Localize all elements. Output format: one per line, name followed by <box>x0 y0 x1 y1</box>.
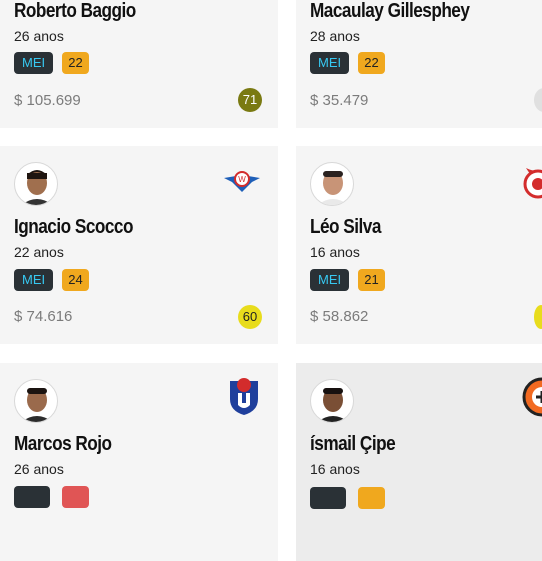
player-age: 16 anos <box>310 461 360 477</box>
player-name: Roberto Baggio <box>14 0 136 22</box>
player-age: 26 anos <box>14 28 64 44</box>
player-age: 26 anos <box>14 461 64 477</box>
player-price: $ 105.699 <box>14 92 81 109</box>
score-badge <box>534 88 542 112</box>
position-badge: MEI <box>310 52 350 74</box>
avatar <box>310 379 354 423</box>
benfica-crest-icon <box>518 160 542 200</box>
shirt-number-badge: 24 <box>62 269 89 291</box>
universidad-de-chile-crest-icon <box>226 375 266 415</box>
player-name: Léo Silva <box>310 216 381 238</box>
shirt-number-badge <box>358 487 385 509</box>
player-price: $ 58.862 <box>310 308 369 325</box>
position-badge <box>310 487 346 509</box>
shakhtar-crest-icon <box>522 377 542 417</box>
player-name: Ignacio Scocco <box>14 216 133 238</box>
shirt-number-badge: 22 <box>62 52 89 74</box>
player-card[interactable]: ísmail Çipe 16 anos <box>296 363 542 561</box>
player-price: $ 35.479 <box>310 92 369 109</box>
player-age: 16 anos <box>310 244 360 260</box>
player-card[interactable]: Marcos Rojo 26 anos <box>0 363 278 561</box>
player-card[interactable]: Léo Silva 16 anos MEI 21 $ 58.862 <box>296 146 542 344</box>
position-badge: MEI <box>14 269 54 291</box>
score-badge <box>534 305 542 329</box>
player-name: ísmail Çipe <box>310 433 396 455</box>
score-badge: 71 <box>238 88 262 112</box>
avatar <box>14 162 58 206</box>
player-age: 22 anos <box>14 244 64 260</box>
player-age: 28 anos <box>310 28 360 44</box>
position-badge: MEI <box>310 269 350 291</box>
shirt-number-badge: 21 <box>358 269 385 291</box>
shirt-number-badge <box>62 486 89 508</box>
position-badge: MEI <box>14 52 54 74</box>
score-badge: 60 <box>238 305 262 329</box>
shirt-number-badge: 22 <box>358 52 385 74</box>
avatar <box>14 379 58 423</box>
avatar <box>310 162 354 206</box>
player-card[interactable]: W Ignacio Scocco 22 anos MEI 24 $ 74.616… <box>0 146 278 344</box>
position-badge <box>14 486 50 508</box>
player-price: $ 74.616 <box>14 308 73 325</box>
player-name: Macaulay Gillesphey <box>310 0 470 22</box>
player-card[interactable]: Macaulay Gillesphey 28 anos MEI 22 $ 35.… <box>296 0 542 128</box>
jorge-wilstermann-crest-icon: W <box>222 160 262 200</box>
player-name: Marcos Rojo <box>14 433 112 455</box>
player-card[interactable]: Roberto Baggio 26 anos MEI 22 $ 105.699 … <box>0 0 278 128</box>
svg-text:W: W <box>238 175 246 184</box>
